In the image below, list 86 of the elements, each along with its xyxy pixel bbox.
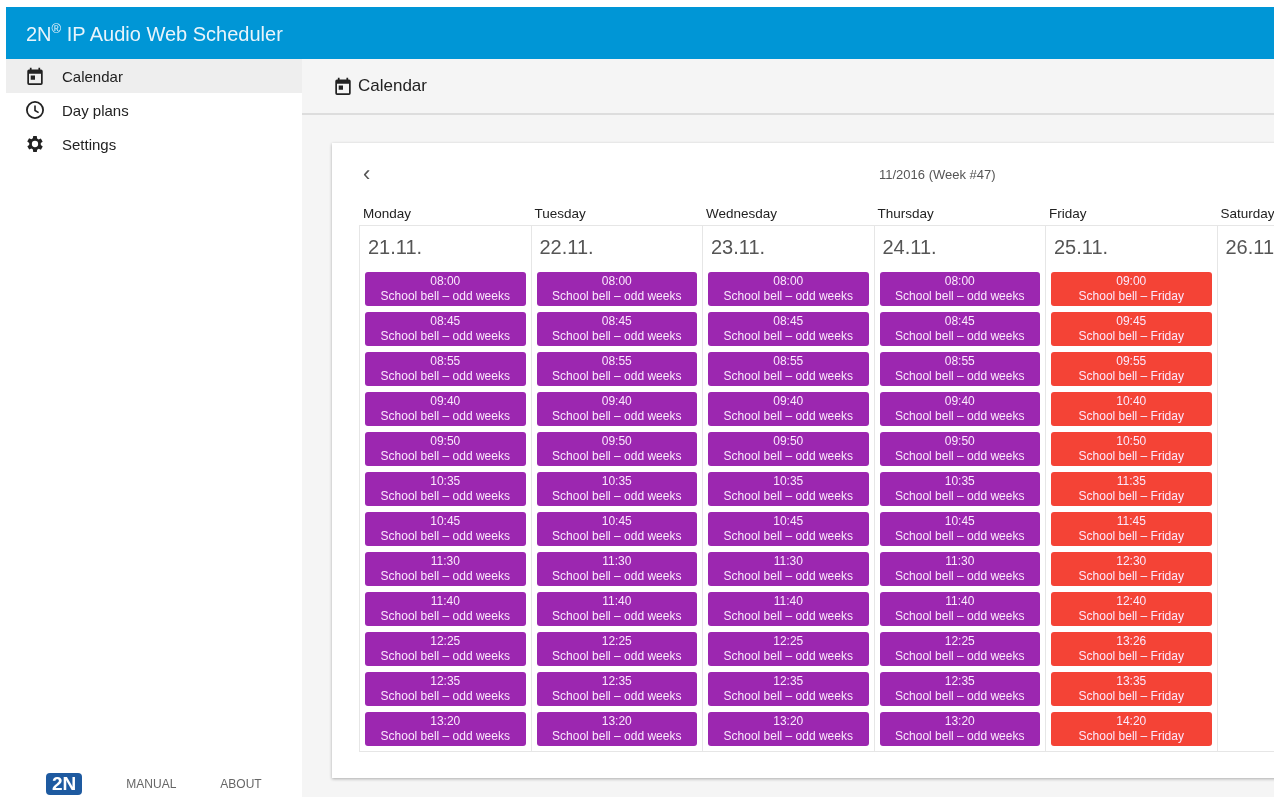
event-block[interactable]: 09:40 School bell – odd weeks	[365, 392, 526, 426]
event-block[interactable]: 13:20 School bell – odd weeks	[708, 712, 869, 746]
event-block[interactable]: 11:40 School bell – odd weeks	[536, 592, 697, 626]
event-block[interactable]: 09:45 School bell – Friday	[1051, 312, 1212, 346]
day-date: 24.11.	[881, 235, 938, 260]
event-block[interactable]: 13:20 School bell – odd weeks	[536, 712, 697, 746]
sidebar-item[interactable]: Day plans	[6, 93, 302, 127]
day-name: Monday	[362, 206, 413, 223]
event-block[interactable]: 10:35 School bell – odd weeks	[365, 472, 526, 506]
event-block[interactable]: 08:45 School bell – odd weeks	[365, 312, 526, 346]
day-name: Friday	[1048, 206, 1088, 223]
day-date: 23.11.	[710, 235, 767, 260]
event-block[interactable]: 08:00 School bell – odd weeks	[536, 272, 697, 306]
day-date: 26.11	[1224, 235, 1274, 260]
event-block[interactable]: 12:40 School bell – Friday	[1051, 592, 1212, 626]
event-block[interactable]: 14:20 School bell – Friday	[1051, 712, 1212, 746]
clock-icon	[26, 101, 44, 119]
page-title: Calendar	[358, 76, 427, 96]
event-block[interactable]: 12:35 School bell – odd weeks	[879, 672, 1040, 706]
event-block[interactable]: 11:40 School bell – odd weeks	[365, 592, 526, 626]
event-block[interactable]: 10:35 School bell – odd weeks	[536, 472, 697, 506]
event-block[interactable]: 10:50 School bell – Friday	[1051, 432, 1212, 466]
event-block[interactable]: 11:40 School bell – odd weeks	[708, 592, 869, 626]
event-block[interactable]: 10:40 School bell – Friday	[1051, 392, 1212, 426]
event-block[interactable]: 09:55 School bell – Friday	[1051, 352, 1212, 386]
event-block[interactable]: 10:45 School bell – odd weeks	[365, 512, 526, 546]
day-date: 22.11.	[538, 235, 595, 260]
event-block[interactable]: 09:40 School bell – odd weeks	[879, 392, 1040, 426]
previous-button[interactable]: ‹	[359, 163, 375, 185]
event-block[interactable]: 12:25 School bell – odd weeks	[365, 632, 526, 666]
event-block[interactable]: 09:50 School bell – odd weeks	[536, 432, 697, 466]
sidebar-item[interactable]: Calendar	[6, 59, 302, 93]
calendar-icon	[334, 77, 352, 95]
event-block[interactable]: 12:35 School bell – odd weeks	[536, 672, 697, 706]
day-date: 21.11.	[367, 235, 424, 260]
event-block[interactable]: 09:50 School bell – odd weeks	[708, 432, 869, 466]
event-block[interactable]: 08:00 School bell – odd weeks	[708, 272, 869, 306]
day-name: Wednesday	[705, 206, 779, 223]
event-block[interactable]: 08:45 School bell – odd weeks	[536, 312, 697, 346]
event-block[interactable]: 09:00 School bell – Friday	[1051, 272, 1212, 306]
settings-icon	[26, 135, 44, 153]
event-block[interactable]: 12:35 School bell – odd weeks	[708, 672, 869, 706]
event-block[interactable]: 09:50 School bell – odd weeks	[879, 432, 1040, 466]
event-block[interactable]: 12:25 School bell – odd weeks	[536, 632, 697, 666]
event-block[interactable]: 08:00 School bell – odd weeks	[879, 272, 1040, 306]
event-block[interactable]: 11:30 School bell – odd weeks	[708, 552, 869, 586]
event-block[interactable]: 13:26 School bell – Friday	[1051, 632, 1212, 666]
event-block[interactable]: 11:30 School bell – odd weeks	[536, 552, 697, 586]
event-block[interactable]: 12:35 School bell – odd weeks	[365, 672, 526, 706]
event-block[interactable]: 10:35 School bell – odd weeks	[708, 472, 869, 506]
event-block[interactable]: 08:55 School bell – odd weeks	[536, 352, 697, 386]
event-block[interactable]: 09:50 School bell – odd weeks	[365, 432, 526, 466]
event-block[interactable]: 10:35 School bell – odd weeks	[879, 472, 1040, 506]
event-block[interactable]: 11:40 School bell – odd weeks	[879, 592, 1040, 626]
footer-link[interactable]: MANUAL	[126, 773, 177, 795]
event-block[interactable]: 13:35 School bell – Friday	[1051, 672, 1212, 706]
event-block[interactable]: 10:45 School bell – odd weeks	[879, 512, 1040, 546]
event-block[interactable]: 11:45 School bell – Friday	[1051, 512, 1212, 546]
app-title: 2N$^{®}$ IP Audio Web Scheduler	[26, 20, 283, 46]
event-block[interactable]: 09:40 School bell – odd weeks	[536, 392, 697, 426]
event-block[interactable]: 12:25 School bell – odd weeks	[879, 632, 1040, 666]
event-block[interactable]: 08:45 School bell – odd weeks	[879, 312, 1040, 346]
calendar-icon	[26, 67, 44, 85]
footer-link[interactable]: ABOUT	[220, 773, 262, 795]
event-block[interactable]: 12:30 School bell – Friday	[1051, 552, 1212, 586]
event-block[interactable]: 11:30 School bell – odd weeks	[365, 552, 526, 586]
day-name: Thursday	[876, 206, 935, 223]
event-block[interactable]: 11:35 School bell – Friday	[1051, 472, 1212, 506]
event-block[interactable]: 08:55 School bell – odd weeks	[365, 352, 526, 386]
day-name: Tuesday	[533, 206, 587, 223]
event-block[interactable]: 09:40 School bell – odd weeks	[708, 392, 869, 426]
event-block[interactable]: 11:30 School bell – odd weeks	[879, 552, 1040, 586]
event-block[interactable]: 08:55 School bell – odd weeks	[708, 352, 869, 386]
event-block[interactable]: 10:45 School bell – odd weeks	[536, 512, 697, 546]
event-block[interactable]: 13:20 School bell – odd weeks	[879, 712, 1040, 746]
day-name: Saturday	[1219, 206, 1274, 223]
day-date: 25.11.	[1053, 235, 1110, 260]
logo: 2N	[46, 773, 83, 795]
event-block[interactable]: 08:55 School bell – odd weeks	[879, 352, 1040, 386]
event-block[interactable]: 08:00 School bell – odd weeks	[365, 272, 526, 306]
event-block[interactable]: 13:20 School bell – odd weeks	[365, 712, 526, 746]
event-block[interactable]: 08:45 School bell – odd weeks	[708, 312, 869, 346]
event-block[interactable]: 12:25 School bell – odd weeks	[708, 632, 869, 666]
week-label: 11/2016 (Week #47)	[879, 166, 996, 182]
sidebar-item[interactable]: Settings	[6, 127, 302, 161]
event-block[interactable]: 10:45 School bell – odd weeks	[708, 512, 869, 546]
